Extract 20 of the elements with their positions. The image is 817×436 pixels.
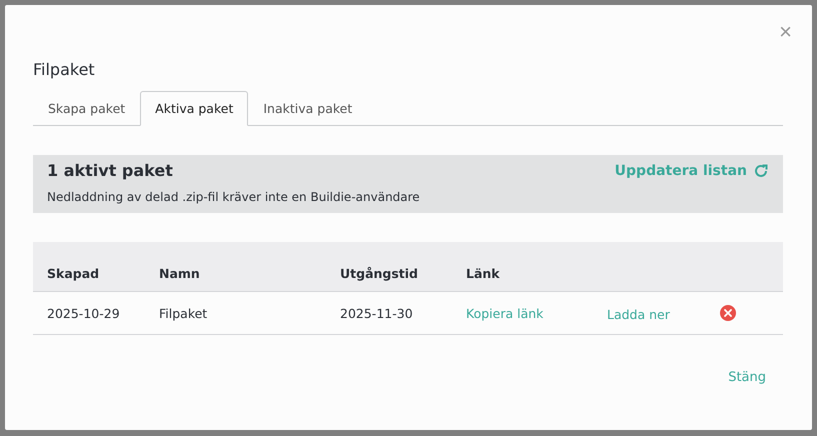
dialog-title: Filpaket	[33, 61, 96, 79]
column-header: Namn	[145, 242, 326, 292]
info-text: Nedladdning av delad .zip-fil kräver inte en Buildie-användare	[47, 190, 421, 204]
column-header: Utgångstid	[326, 242, 452, 292]
refresh-link[interactable]: Uppdatera listan	[614, 162, 769, 178]
column-header: Länk	[452, 242, 593, 292]
close-text-button[interactable]: Stäng	[728, 370, 766, 385]
table-cell: Filpaket	[159, 306, 208, 320]
package-count: 1 aktivt paket	[47, 161, 173, 180]
close-button[interactable]: ×	[779, 21, 792, 43]
tab[interactable]: Inaktiva paket	[248, 91, 368, 126]
table-cell: 2025-11-30	[340, 306, 413, 320]
column-header: Skapad	[33, 242, 145, 292]
tab[interactable]: Skapa paket	[33, 91, 140, 126]
tab[interactable]: Aktiva paket	[140, 91, 248, 126]
download-link[interactable]: Ladda ner	[607, 306, 670, 322]
refresh-icon	[753, 162, 769, 178]
table-cell: 2025-10-29	[47, 306, 120, 320]
copy-link[interactable]: Kopiera länk	[466, 306, 544, 320]
delete-icon[interactable]	[719, 304, 737, 322]
